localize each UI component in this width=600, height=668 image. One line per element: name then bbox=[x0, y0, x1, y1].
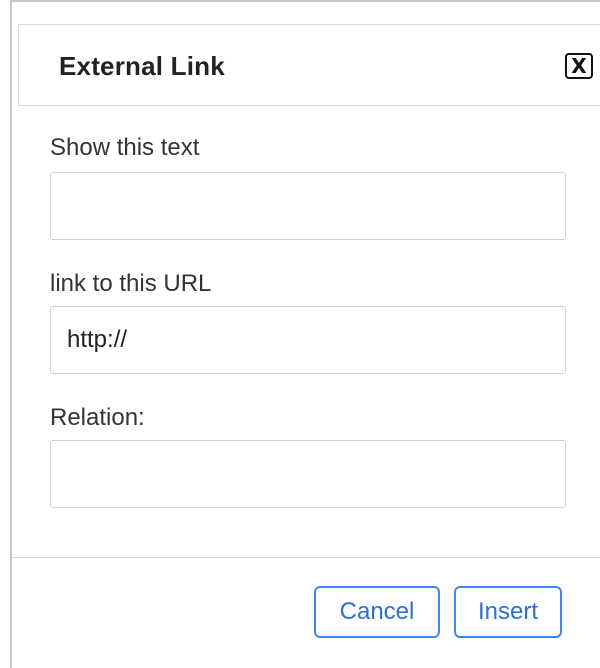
url-input[interactable] bbox=[50, 306, 566, 374]
dialog-header: External Link X bbox=[18, 24, 600, 106]
insert-button[interactable]: Insert bbox=[454, 586, 562, 638]
close-icon[interactable]: X bbox=[565, 53, 593, 79]
cancel-button[interactable]: Cancel bbox=[314, 586, 440, 638]
show-text-input[interactable] bbox=[50, 172, 566, 240]
url-label: link to this URL bbox=[50, 270, 212, 297]
relation-label: Relation: bbox=[50, 404, 145, 431]
footer-divider bbox=[12, 557, 600, 558]
show-text-label: Show this text bbox=[50, 134, 200, 161]
external-link-dialog: External Link X Show this text link to t… bbox=[10, 0, 600, 668]
dialog-title: External Link bbox=[59, 51, 225, 81]
relation-input[interactable] bbox=[50, 440, 566, 508]
